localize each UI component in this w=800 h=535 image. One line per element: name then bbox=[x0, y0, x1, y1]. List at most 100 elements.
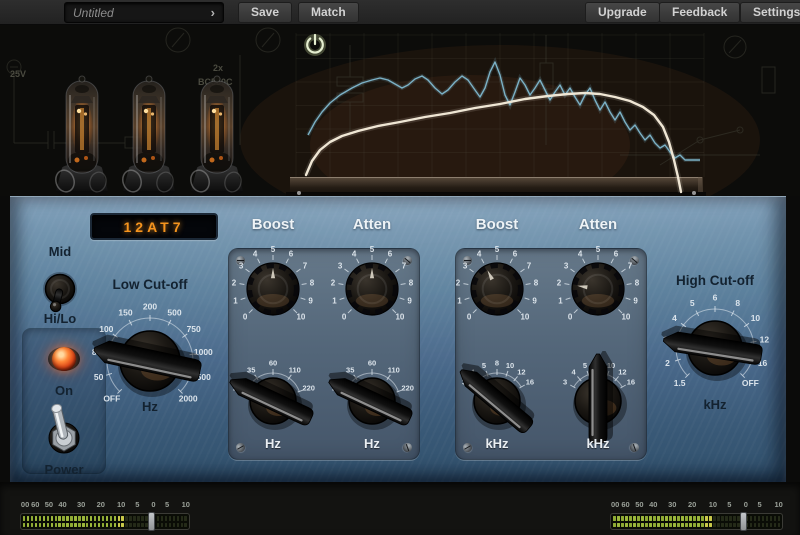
preset-expand-icon[interactable]: › bbox=[211, 5, 215, 20]
svg-text:9: 9 bbox=[532, 297, 537, 306]
preset-name: Untitled bbox=[73, 6, 114, 20]
svg-text:8: 8 bbox=[310, 278, 315, 287]
svg-text:4: 4 bbox=[571, 367, 576, 376]
svg-text:6: 6 bbox=[513, 249, 518, 258]
led-segment bbox=[133, 523, 135, 528]
led-segment bbox=[697, 516, 700, 521]
led-segment bbox=[681, 516, 684, 521]
low-boost-knob[interactable]: 012345678910 bbox=[228, 244, 318, 334]
match-button[interactable]: Match bbox=[298, 2, 359, 23]
led-segment bbox=[725, 523, 728, 528]
svg-text:10: 10 bbox=[296, 312, 305, 321]
led-segment bbox=[106, 523, 108, 528]
led-segment bbox=[110, 523, 112, 528]
led-segment bbox=[55, 523, 57, 528]
led-segment bbox=[750, 516, 753, 521]
led-segment bbox=[181, 523, 183, 528]
preset-field[interactable]: Untitled › bbox=[64, 2, 224, 23]
led-segment bbox=[90, 523, 92, 528]
meter-marker[interactable] bbox=[740, 512, 747, 531]
led-segment bbox=[62, 516, 64, 521]
led-segment bbox=[725, 516, 728, 521]
led-segment bbox=[717, 516, 720, 521]
led-segment bbox=[625, 523, 628, 528]
led-segment bbox=[770, 516, 773, 521]
high-boost-knob[interactable]: 012345678910 bbox=[452, 244, 542, 334]
led-segment bbox=[184, 516, 186, 521]
svg-text:1: 1 bbox=[558, 297, 563, 306]
led-segment bbox=[713, 516, 716, 521]
svg-text:5: 5 bbox=[583, 361, 587, 370]
led-segment bbox=[637, 523, 640, 528]
high-atten-knob[interactable]: 012345678910 bbox=[553, 244, 643, 334]
led-segment bbox=[641, 516, 644, 521]
svg-text:3: 3 bbox=[239, 261, 244, 270]
led-segment bbox=[693, 516, 696, 521]
power-icon[interactable] bbox=[307, 35, 323, 53]
led-segment bbox=[102, 523, 104, 528]
led-segment bbox=[27, 523, 29, 528]
led-segment bbox=[770, 523, 773, 528]
svg-text:0: 0 bbox=[243, 312, 248, 321]
led-segment bbox=[114, 523, 116, 528]
svg-text:3: 3 bbox=[564, 261, 569, 270]
svg-text:2: 2 bbox=[232, 278, 237, 287]
led-segment bbox=[705, 523, 708, 528]
meter-marker[interactable] bbox=[148, 512, 155, 531]
power-label: Power bbox=[29, 462, 99, 477]
svg-text:4: 4 bbox=[672, 313, 677, 323]
upgrade-button[interactable]: Upgrade bbox=[585, 2, 660, 23]
led-segment bbox=[125, 516, 127, 521]
led-segment bbox=[157, 523, 159, 528]
svg-text:50: 50 bbox=[94, 372, 104, 382]
led-segment bbox=[43, 523, 45, 528]
led-segment bbox=[633, 523, 636, 528]
led-segment bbox=[129, 523, 131, 528]
svg-text:9: 9 bbox=[308, 297, 313, 306]
svg-text:3: 3 bbox=[338, 261, 343, 270]
led-segment bbox=[74, 516, 76, 521]
led-segment bbox=[689, 516, 692, 521]
led-segment bbox=[114, 516, 116, 521]
led-meter bbox=[610, 513, 783, 530]
led-segment bbox=[645, 516, 648, 521]
save-button[interactable]: Save bbox=[238, 2, 292, 23]
led-segment bbox=[774, 516, 777, 521]
led-segment bbox=[697, 523, 700, 528]
led-segment bbox=[70, 516, 72, 521]
led-segment bbox=[665, 516, 668, 521]
led-segment bbox=[649, 516, 652, 521]
led-segment bbox=[641, 523, 644, 528]
svg-text:60: 60 bbox=[368, 359, 376, 368]
led-segment bbox=[90, 516, 92, 521]
led-segment bbox=[758, 523, 761, 528]
led-segment bbox=[673, 523, 676, 528]
meter-scale-label: 00 bbox=[21, 500, 29, 509]
led-segment bbox=[713, 523, 716, 528]
led-segment bbox=[685, 516, 688, 521]
settings-button[interactable]: Settings bbox=[740, 2, 800, 23]
led-segment bbox=[613, 516, 616, 521]
svg-text:1.5: 1.5 bbox=[674, 378, 686, 388]
low-atten-knob[interactable]: 012345678910 bbox=[327, 244, 417, 334]
led-segment bbox=[31, 516, 33, 521]
svg-text:8: 8 bbox=[735, 298, 740, 308]
led-segment bbox=[137, 523, 139, 528]
led-segment bbox=[181, 516, 183, 521]
led-segment bbox=[661, 523, 664, 528]
led-segment bbox=[629, 523, 632, 528]
svg-text:9: 9 bbox=[633, 297, 638, 306]
svg-text:0: 0 bbox=[342, 312, 347, 321]
led-segment bbox=[177, 516, 179, 521]
vacuum-tubes bbox=[53, 76, 243, 196]
led-segment bbox=[58, 523, 60, 528]
led-segment bbox=[78, 516, 80, 521]
svg-text:2000: 2000 bbox=[179, 394, 198, 404]
svg-text:7: 7 bbox=[303, 261, 308, 270]
led-segment bbox=[705, 516, 708, 521]
led-segment bbox=[617, 523, 620, 528]
led-segment bbox=[701, 523, 704, 528]
toolbar: Untitled › Save Match Upgrade Feedback S… bbox=[0, 0, 800, 25]
feedback-button[interactable]: Feedback bbox=[659, 2, 740, 23]
led-segment bbox=[762, 516, 765, 521]
